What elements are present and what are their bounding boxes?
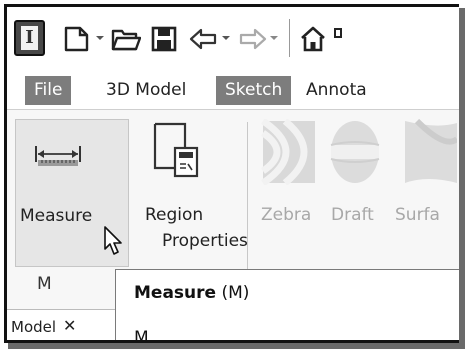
partial-icon [334,28,342,38]
new-file-icon[interactable] [63,25,91,53]
frame-shadow-right [459,8,465,347]
measure-tooltip: Measure (M) M [115,269,459,343]
region-properties-label-line1: Region [145,205,204,225]
mouse-pointer-icon [104,226,122,255]
surface-analysis-button[interactable]: Surfa [391,119,459,267]
draft-icon [330,121,380,183]
dropdown-icon[interactable] [95,33,105,43]
quick-access-toolbar: I [7,7,459,71]
save-icon[interactable] [151,25,177,53]
app-logo-icon: I [21,26,38,50]
frame-shadow-bottom [8,343,465,349]
undo-icon[interactable] [189,25,219,53]
tab-annotate[interactable]: Annota [297,76,376,105]
redo-icon[interactable] [237,25,267,53]
tab-sketch[interactable]: Sketch [216,76,292,105]
zebra-icon [261,119,315,185]
dropdown-icon[interactable] [221,33,231,43]
toolbar-separator [289,19,290,57]
dropdown-icon[interactable] [269,33,279,43]
close-icon[interactable]: ✕ [63,316,76,335]
zebra-button[interactable]: Zebra [257,119,321,267]
region-properties-button[interactable]: Region Properties [135,119,248,267]
zebra-label: Zebra [261,205,312,225]
tab-3d-model[interactable]: 3D Model [97,76,195,105]
application-menu-button[interactable]: I [14,20,45,56]
screenshot-frame: I File 3D Model Sketch Annota Measure Re… [4,4,459,343]
surface-analysis-label: Surfa [395,205,440,225]
tooltip-shortcut: (M) [221,283,250,303]
measure-ruler-icon [35,146,81,166]
measure-panel-title: M [37,274,52,294]
region-properties-icon [153,122,199,178]
tab-model[interactable]: Model [11,318,56,336]
surface-analysis-icon [405,119,457,183]
region-properties-label-line2: Properties [162,231,248,251]
tooltip-command-name: Measure [134,283,217,303]
open-folder-icon[interactable] [111,25,141,53]
draft-label: Draft [331,205,374,225]
tab-file[interactable]: File [25,76,72,105]
tooltip-description: M [134,328,149,343]
measure-label: Measure [20,206,93,226]
tooltip-title: Measure (M) [134,283,249,303]
ribbon-tab-bar: File 3D Model Sketch Annota [7,71,459,109]
draft-button[interactable]: Draft [323,119,389,267]
home-icon[interactable] [299,25,327,53]
